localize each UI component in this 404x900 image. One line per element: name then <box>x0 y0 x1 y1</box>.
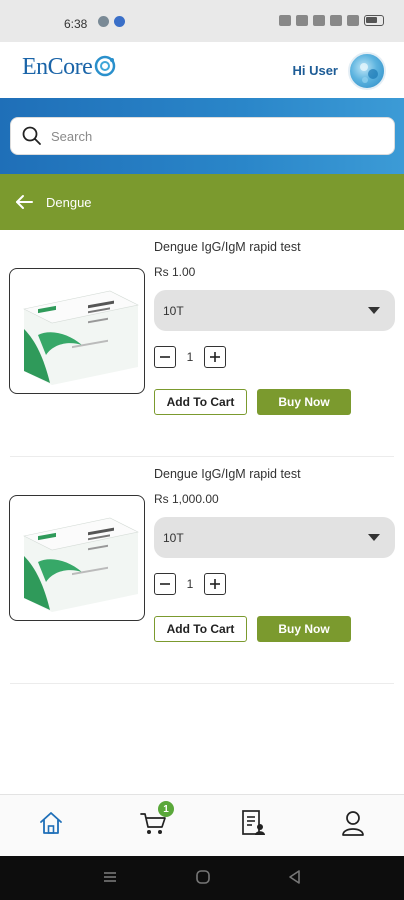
category-bar: Dengue <box>0 174 404 230</box>
notification-icon <box>98 16 109 27</box>
category-title: Dengue <box>46 194 92 210</box>
quantity-value: 1 <box>186 350 194 364</box>
bottom-nav: 1 <box>0 794 404 856</box>
product-price: Rs 1,000.00 <box>154 492 219 506</box>
encore-logo[interactable]: EnCore <box>22 54 118 81</box>
product-box-image <box>23 290 139 385</box>
buy-now-button[interactable]: Buy Now <box>257 389 351 415</box>
status-notification-icons <box>98 16 125 27</box>
status-time: 6:38 <box>64 17 88 31</box>
product-box-image <box>23 517 139 612</box>
wifi-icon <box>313 15 325 26</box>
variant-dropdown[interactable]: 10T <box>154 290 395 331</box>
minus-icon <box>160 356 170 358</box>
search-band <box>0 98 404 174</box>
increment-button[interactable] <box>204 573 226 595</box>
dropdown-caret-icon <box>368 307 380 314</box>
status-system-icons <box>279 15 384 26</box>
profile-icon <box>342 811 364 836</box>
recent-apps-icon[interactable] <box>102 869 118 885</box>
vibrate-icon <box>296 15 308 26</box>
battery-icon <box>364 15 384 26</box>
increment-button[interactable] <box>204 346 226 368</box>
back-system-icon[interactable] <box>287 869 303 885</box>
cart-count-badge: 1 <box>158 801 174 817</box>
decrement-button[interactable] <box>154 346 176 368</box>
avatar[interactable] <box>348 52 386 90</box>
logo-swirl-icon <box>95 55 116 77</box>
buy-now-button[interactable]: Buy Now <box>257 616 351 642</box>
dropdown-caret-icon <box>368 534 380 541</box>
logo-text: EnCore <box>22 54 93 80</box>
back-arrow-icon[interactable] <box>14 192 34 212</box>
app-notification-icon <box>114 16 125 27</box>
product-image[interactable] <box>9 495 145 621</box>
variant-value: 10T <box>163 303 184 318</box>
nav-profile[interactable] <box>338 808 368 838</box>
quantity-stepper: 1 <box>154 346 226 368</box>
app-header: EnCore Hi User <box>0 42 404 98</box>
search-input[interactable] <box>51 128 351 144</box>
add-to-cart-button[interactable]: Add To Cart <box>154 389 247 415</box>
user-greeting: Hi User <box>292 63 338 78</box>
orders-icon <box>242 810 265 835</box>
product-card: Dengue IgG/IgM rapid test Rs 1,000.00 10… <box>0 457 404 684</box>
nav-cart[interactable]: 1 <box>138 801 174 838</box>
status-bar: 6:38 <box>0 0 404 42</box>
product-price: Rs 1.00 <box>154 265 196 279</box>
nav-orders[interactable] <box>238 808 268 838</box>
avatar-image-icon <box>360 63 378 83</box>
nav-home[interactable] <box>36 808 66 838</box>
minus-icon <box>160 583 170 585</box>
plus-icon <box>210 579 220 589</box>
quantity-value: 1 <box>186 577 194 591</box>
product-card: Dengue IgG/IgM rapid test Rs 1.00 10T 1 … <box>0 230 404 457</box>
alarm-icon <box>279 15 291 26</box>
search-box[interactable] <box>10 117 395 155</box>
system-nav-bar <box>0 856 404 900</box>
divider <box>10 683 394 684</box>
decrement-button[interactable] <box>154 573 176 595</box>
product-name[interactable]: Dengue IgG/IgM rapid test <box>154 240 301 254</box>
search-icon <box>22 126 41 145</box>
home-icon <box>40 812 62 834</box>
signal-icon <box>330 15 342 26</box>
signal-icon-2 <box>347 15 359 26</box>
home-system-icon[interactable] <box>195 869 211 885</box>
variant-value: 10T <box>163 530 184 545</box>
add-to-cart-button[interactable]: Add To Cart <box>154 616 247 642</box>
plus-icon <box>210 352 220 362</box>
variant-dropdown[interactable]: 10T <box>154 517 395 558</box>
product-name[interactable]: Dengue IgG/IgM rapid test <box>154 467 301 481</box>
quantity-stepper: 1 <box>154 573 226 595</box>
product-image[interactable] <box>9 268 145 394</box>
